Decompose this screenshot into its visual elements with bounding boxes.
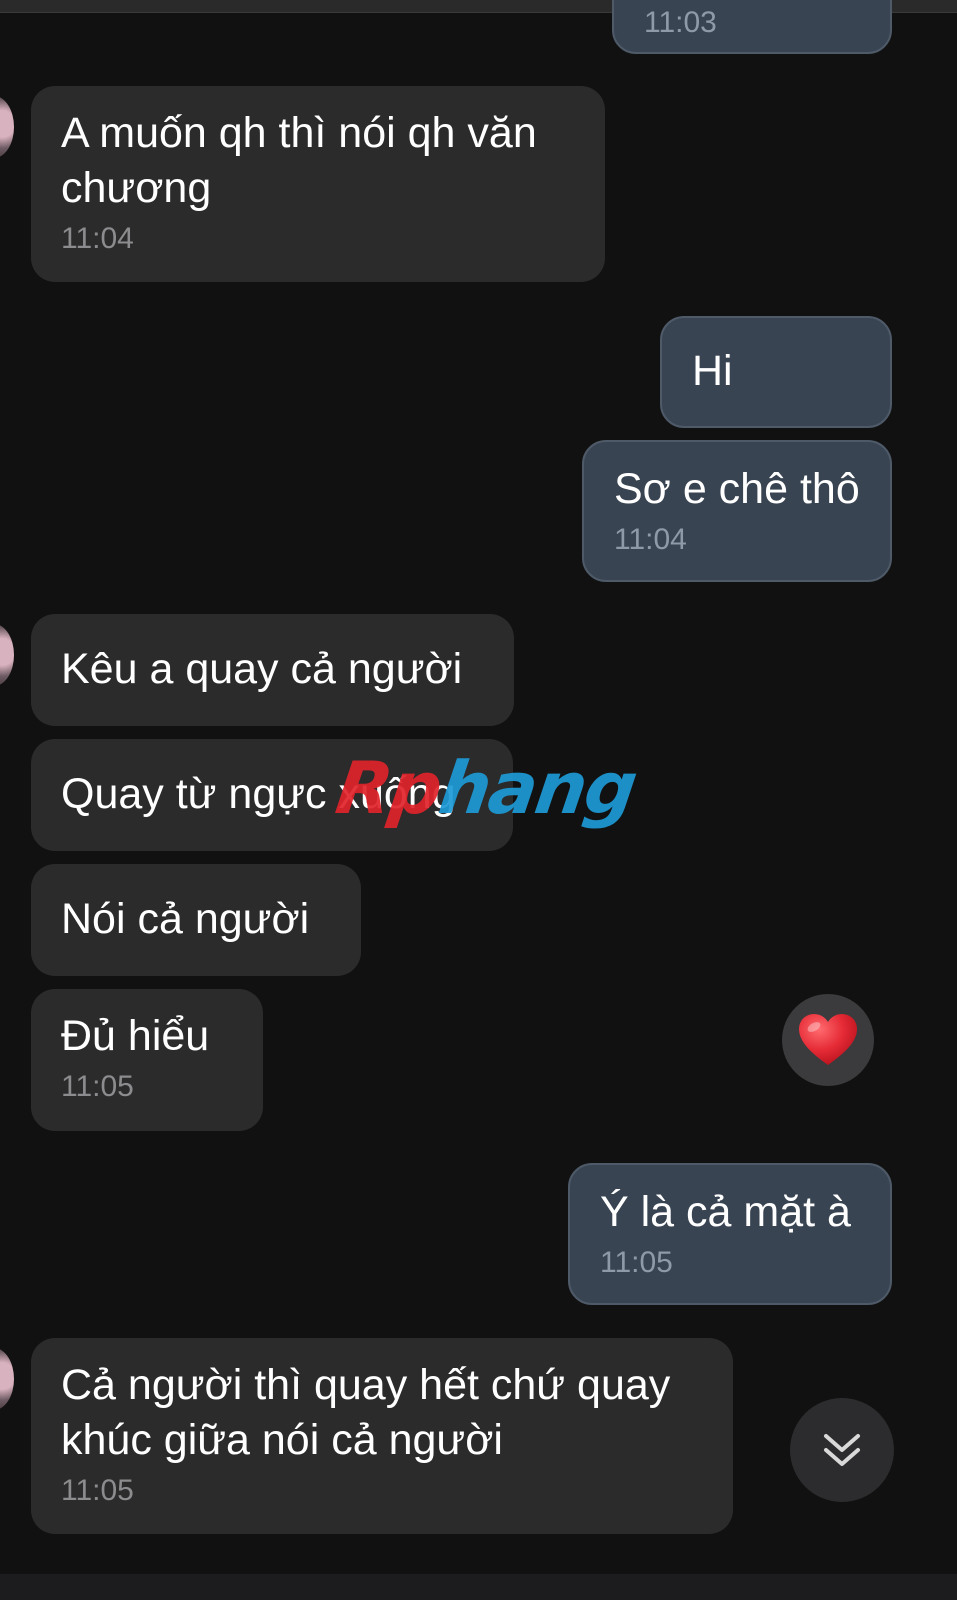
message-time: 11:04 [614, 523, 687, 556]
message-bubble-incoming[interactable]: Cả người thì quay hết chứ quay khúc giữa… [31, 1338, 733, 1534]
message-bubble-incoming[interactable]: Nói cả người [31, 864, 361, 976]
double-chevron-down-icon [824, 1434, 860, 1466]
message-bubble-outgoing[interactable]: Ý là cả mặt à 11:05 [568, 1163, 892, 1305]
message-text: Cả người thì quay hết chứ quay khúc giữa… [61, 1361, 683, 1464]
message-bubble-incoming[interactable]: Kêu a quay cả người [31, 614, 514, 726]
message-time: 11:05 [61, 1474, 134, 1507]
message-text: Kêu a quay cả người [61, 645, 463, 693]
message-time: 11:05 [61, 1070, 134, 1103]
message-bubble-incoming[interactable]: A muốn qh thì nói qh văn chương 11:04 [31, 86, 605, 282]
message-bubble-incoming[interactable]: Đủ hiểu 11:05 [31, 989, 263, 1131]
message-bubble-outgoing[interactable]: Sơ e chê thô 11:04 [582, 440, 892, 582]
bottom-bar [0, 1574, 957, 1600]
message-text: Đủ hiểu [61, 1012, 210, 1060]
message-time: 11:04 [61, 222, 134, 255]
message-bubble-incoming[interactable]: Quay từ ngực xuống [31, 739, 513, 851]
message-bubble-outgoing[interactable]: 11:03 [612, 0, 892, 54]
reaction-button[interactable] [782, 994, 874, 1086]
message-time: 11:05 [600, 1246, 673, 1279]
message-text: Ý là cả mặt à [600, 1188, 851, 1236]
contact-avatar[interactable] [0, 624, 14, 686]
message-bubble-outgoing[interactable]: Hi [660, 316, 892, 428]
message-text: Hi [692, 347, 733, 395]
message-text: A muốn qh thì nói qh văn chương [61, 109, 549, 212]
contact-avatar[interactable] [0, 96, 14, 158]
contact-avatar[interactable] [0, 1348, 14, 1410]
red-heart-icon [799, 1014, 857, 1065]
message-text: Sơ e chê thô [614, 465, 860, 513]
message-time: 11:03 [644, 6, 717, 39]
message-text: Nói cả người [61, 895, 310, 943]
message-text: Quay từ ngực xuống [61, 770, 456, 818]
scroll-to-bottom-button[interactable] [790, 1398, 894, 1502]
